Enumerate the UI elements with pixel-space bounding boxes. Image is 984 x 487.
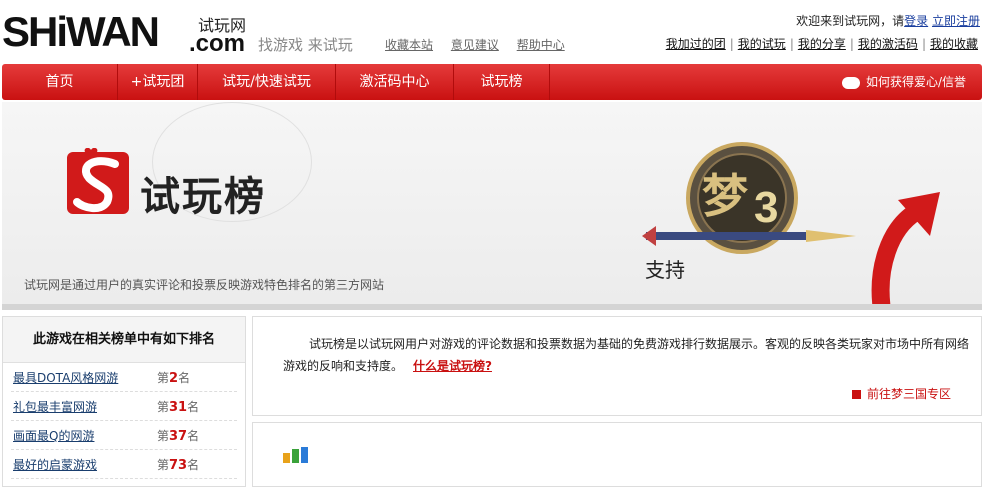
nav-trial-group[interactable]: +试玩团	[118, 64, 198, 100]
nav-home[interactable]: 首页	[2, 64, 118, 100]
info-panel: 试玩榜是以试玩网用户对游戏的评论数据和投票数据为基础的免费游戏排行数据展示。客观…	[252, 316, 982, 416]
banner: 试玩榜 试玩网是通过用户的真实评论和投票反映游戏特色排名的第三方网站 梦 3 支…	[2, 102, 982, 310]
help-link[interactable]: 如何获得爱心/信誉	[841, 64, 966, 100]
nav-trial-chart[interactable]: 试玩榜	[454, 64, 550, 100]
info-text: 试玩榜是以试玩网用户对游戏的评论数据和投票数据为基础的免费游戏排行数据展示。客观…	[283, 337, 970, 373]
info-text-block: 试玩榜是以试玩网用户对游戏的评论数据和投票数据为基础的免费游戏排行数据展示。客观…	[283, 333, 973, 377]
ranking-name-link[interactable]: 画面最Q的网游	[13, 427, 94, 444]
chat-bubble-icon	[841, 76, 860, 89]
up-arrow-icon	[871, 192, 940, 304]
ranking-name-link[interactable]: 最具DOTA风格网游	[13, 369, 118, 386]
banner-description: 试玩网是通过用户的真实评论和投票反映游戏特色排名的第三方网站	[24, 278, 385, 292]
rankings-panel: 此游戏在相关榜单中有如下排名 最具DOTA风格网游 第2名 礼包最丰富网游 第3…	[2, 316, 246, 487]
goto-game-zone-link[interactable]: 前往梦三国专区	[851, 385, 951, 402]
support-label: 支持	[645, 258, 685, 282]
banner-title: 试玩榜	[140, 173, 266, 220]
game-emblem-icon: 梦 3	[642, 142, 856, 254]
my-favorites-link[interactable]: 我的收藏	[930, 37, 978, 51]
ranking-position: 第37名	[157, 429, 200, 444]
header: SHiWAN 试玩网 .com 找游戏 来试玩 收藏本站 意见建议 帮助中心 欢…	[0, 0, 984, 62]
main-nav: 首页 +试玩团 试玩/快速试玩 激活码中心 试玩榜 如何获得爱心/信誉	[2, 64, 982, 100]
what-is-chart-link[interactable]: 什么是试玩榜?	[413, 359, 492, 373]
register-link[interactable]: 立即注册	[932, 14, 980, 28]
welcome-text: 欢迎来到试玩网，请	[796, 14, 905, 28]
my-trials-link[interactable]: 我的试玩	[738, 37, 786, 51]
welcome-bar: 欢迎来到试玩网，请登录 立即注册	[796, 12, 980, 29]
arrow-right-icon	[851, 390, 861, 399]
bookmark-link[interactable]: 收藏本站	[385, 38, 433, 52]
feedback-link[interactable]: 意见建议	[451, 38, 499, 52]
user-links: 我加过的团 | 我的试玩 | 我的分享 | 我的激活码 | 我的收藏	[665, 37, 978, 51]
help-center-link[interactable]: 帮助中心	[517, 38, 565, 52]
ranking-row: 最好的启蒙游戏 第73名	[11, 450, 237, 479]
ranking-row: 画面最Q的网游 第37名	[11, 421, 237, 450]
logo-text: SHiWAN	[2, 8, 160, 55]
stats-panel	[252, 422, 982, 487]
nav-quick-trial[interactable]: 试玩/快速试玩	[198, 64, 336, 100]
rankings-heading: 此游戏在相关榜单中有如下排名	[3, 317, 245, 363]
ranking-name-link[interactable]: 礼包最丰富网游	[13, 398, 97, 415]
goto-label: 前往梦三国专区	[866, 387, 951, 401]
ranking-position: 第2名	[157, 371, 191, 386]
trial-chart-logo-icon	[67, 148, 129, 214]
my-groups-link[interactable]: 我加过的团	[666, 37, 726, 51]
svg-text:梦: 梦	[702, 169, 748, 223]
top-links: 收藏本站 意见建议 帮助中心	[385, 36, 579, 53]
ranking-name-link[interactable]: 最好的启蒙游戏	[13, 456, 97, 473]
my-shares-link[interactable]: 我的分享	[798, 37, 846, 51]
nav-activation-center[interactable]: 激活码中心	[336, 64, 454, 100]
my-codes-link[interactable]: 我的激活码	[858, 37, 918, 51]
login-link[interactable]: 登录	[904, 14, 928, 28]
help-link-label: 如何获得爱心/信誉	[865, 75, 966, 89]
bar-chart-icon	[283, 447, 308, 463]
ranking-row: 礼包最丰富网游 第31名	[11, 392, 237, 421]
ranking-position: 第73名	[157, 458, 200, 473]
site-logo[interactable]: SHiWAN 试玩网 .com	[2, 8, 252, 58]
ranking-position: 第31名	[157, 400, 200, 415]
svg-text:3: 3	[754, 183, 778, 232]
logo-domain: .com	[189, 30, 246, 57]
site-slogan: 找游戏 来试玩	[258, 36, 353, 54]
ranking-row: 最具DOTA风格网游 第2名	[11, 363, 237, 392]
